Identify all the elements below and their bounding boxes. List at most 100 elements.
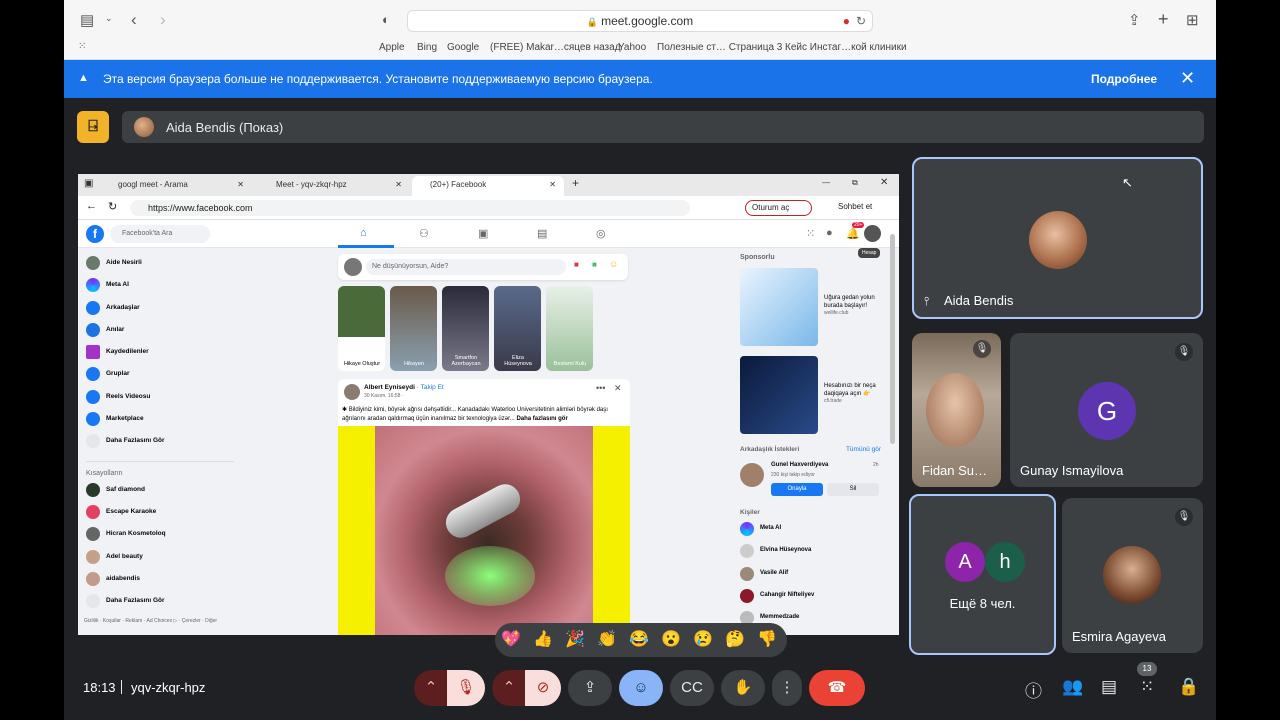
bell-icon: 🔔 <box>846 228 860 240</box>
list-item: Marketplace <box>84 412 234 434</box>
edge-tab-strip: ▣ googl meet - Arama ✕ Meet - yqv-zkqr-hp… <box>78 174 899 196</box>
new-tab-icon[interactable]: + <box>1158 9 1169 30</box>
participant-name: Gunay Ismayilova <box>1020 463 1124 478</box>
participant-tile[interactable]: 🎙 Esmira Agayeva <box>1062 498 1203 653</box>
meet-logo-icon: ⍈ <box>77 111 109 143</box>
scrollbar <box>890 234 895 444</box>
microphone-recording-icon[interactable]: ● <box>843 11 850 31</box>
facebook-logo-icon: f <box>86 225 104 243</box>
address-bar[interactable]: 🔒 meet.google.com ● ↻ <box>407 10 873 32</box>
facebook-left-menu: Aide Nesirli Meta AI Arkadaşlar Anılar K… <box>84 256 234 624</box>
hand-icon: ✋ <box>733 679 753 696</box>
more-participants-tile[interactable]: A h Ещё 8 чел. <box>909 494 1056 655</box>
story-card: Hikaye Oluştur <box>338 286 385 371</box>
post-image <box>338 426 630 635</box>
back-icon: ← <box>86 200 97 212</box>
plus-icon: + <box>572 176 580 190</box>
maximize-icon: ⧉ <box>852 178 858 187</box>
video-options-button[interactable]: ⌃ <box>492 670 526 706</box>
share-icon[interactable]: ⇪ <box>1128 11 1141 29</box>
privacy-shield-icon[interactable]: ◐ <box>382 12 390 27</box>
reaction-thumbs-down[interactable]: 👎 <box>757 629 777 649</box>
info-icon[interactable]: ⓘ <box>1025 677 1042 702</box>
avatar: G <box>1078 382 1136 440</box>
tab-actions-icon: ▣ <box>84 178 94 189</box>
favorite-link[interactable]: Полезные ст… Страница 3 <box>657 42 782 53</box>
video-feed <box>926 373 984 447</box>
contact-item: Cahangir Nifteliyev <box>740 588 885 611</box>
safari-toolbar: ▤ ⌄ ‹ › ◐ 🔒 meet.google.com ● ↻ ⇪ + ⊞ ⁙ A… <box>64 0 1216 60</box>
messenger-icon: ● <box>826 227 833 239</box>
reaction-sad[interactable]: 😢 <box>693 629 713 649</box>
participant-name: Esmira Agayeva <box>1072 629 1166 644</box>
reaction-heart[interactable]: 💖 <box>501 629 521 649</box>
minimize-icon: — <box>822 178 830 187</box>
participant-tile[interactable]: 🎙 Fidan Su… <box>912 333 1001 487</box>
sidebar-icon[interactable]: ▤ <box>80 11 94 29</box>
forward-icon[interactable]: › <box>160 10 166 30</box>
favorite-link[interactable]: Google <box>447 42 479 53</box>
favorite-link[interactable]: Yahoo <box>618 42 646 53</box>
login-button: Oturum aç <box>745 200 813 216</box>
favorite-link[interactable]: (FREE) Makar…сяцев назад <box>490 42 621 53</box>
presenting-icon: ⫯ <box>924 294 930 308</box>
more-vertical-icon: ⋮ <box>779 679 795 696</box>
captions-icon: CC <box>681 679 703 696</box>
learn-more-link[interactable]: Подробнее <box>1091 72 1157 86</box>
present-screen-button[interactable]: ⇪ <box>568 670 612 706</box>
story-card: Hikayen <box>390 286 437 371</box>
edge-address-bar: ← ↻ https://www.facebook.com Oturum aç S… <box>78 196 899 220</box>
close-icon[interactable]: ✕ <box>1180 68 1195 89</box>
chevron-up-icon: ⌃ <box>502 679 516 696</box>
menu-grid-icon: ⁙ <box>806 228 816 240</box>
favorite-link[interactable]: Bing <box>417 42 437 53</box>
unsupported-browser-banner: ▲ Эта версия браузера больше не поддержи… <box>64 60 1216 98</box>
reaction-thinking[interactable]: 🤔 <box>725 629 745 649</box>
favorite-link[interactable]: Кейс Инстаг…кой клиники <box>785 42 907 53</box>
participant-tile[interactable]: G 🎙 Gunay Ismayilova <box>1010 333 1203 487</box>
presentation-bar: Aida Bendis (Показ) <box>122 111 1204 143</box>
more-options-button[interactable]: ⋮ <box>772 670 802 706</box>
reaction-surprised[interactable]: 😮 <box>661 629 681 649</box>
favorite-link[interactable]: Apple <box>379 42 405 53</box>
camera-button[interactable]: ⊘ <box>525 670 561 706</box>
emoji-icon: ☺ <box>633 679 649 696</box>
active-tab-indicator <box>338 245 394 248</box>
raise-hand-button[interactable]: ✋ <box>721 670 765 706</box>
list-item: aidabendis <box>84 571 234 594</box>
avatar <box>1103 546 1161 604</box>
chat-icon[interactable]: ▤ <box>1101 677 1117 697</box>
mic-off-icon: 🎙 <box>1175 343 1193 361</box>
ad-card: Uğura gedan yolun burada başlayır! welli… <box>740 268 885 350</box>
audio-options-button[interactable]: ⌃ <box>414 670 448 706</box>
leave-call-button[interactable]: ☎ <box>809 670 865 706</box>
facebook-right-column: Sponsorlu Uğura gedan yolun burada başla… <box>740 254 885 633</box>
ad-card: Hesabınızı bir neça daqiqaya açın 👉 cfi.… <box>740 356 885 438</box>
people-icon[interactable]: 👥 <box>1062 677 1083 697</box>
activities-icon[interactable]: ⁙ <box>1140 677 1154 697</box>
friend-requests-heading: Arkadaşlık İstekleri Tümünü gör <box>740 446 881 453</box>
mic-off-icon: 🎙 <box>456 679 476 696</box>
reaction-thumbs-up[interactable]: 👍 <box>533 629 553 649</box>
back-icon[interactable]: ‹ <box>131 10 137 30</box>
presenter-name: Aida Bendis (Показ) <box>166 120 284 135</box>
tab-overview-icon[interactable]: ⊞ <box>1186 11 1199 29</box>
reactions-button[interactable]: ☺ <box>619 670 663 706</box>
microphone-button[interactable]: 🎙 <box>447 670 485 706</box>
host-controls-icon[interactable]: 🔒 <box>1178 677 1199 697</box>
home-icon: ⌂ <box>360 227 367 239</box>
reaction-party[interactable]: 🎉 <box>565 629 585 649</box>
list-item: Adel beauty <box>84 549 234 572</box>
reaction-clap[interactable]: 👏 <box>597 629 617 649</box>
reaction-laugh[interactable]: 😂 <box>629 629 649 649</box>
reload-icon[interactable]: ↻ <box>856 11 866 31</box>
chevron-up-icon: ⌃ <box>424 679 438 696</box>
captions-button[interactable]: CC <box>670 670 714 706</box>
chevron-down-icon[interactable]: ⌄ <box>105 13 113 24</box>
edge-url-field: https://www.facebook.com <box>130 200 690 216</box>
shortcuts-heading: Kısayolların <box>86 460 234 477</box>
lock-icon: 🔒 <box>586 17 599 27</box>
participant-tile[interactable]: ↖ ⫯ Aida Bendis <box>912 157 1203 319</box>
meeting-code: yqv-zkqr-hpz <box>131 680 206 695</box>
cursor-icon: ↖ <box>1122 175 1133 190</box>
